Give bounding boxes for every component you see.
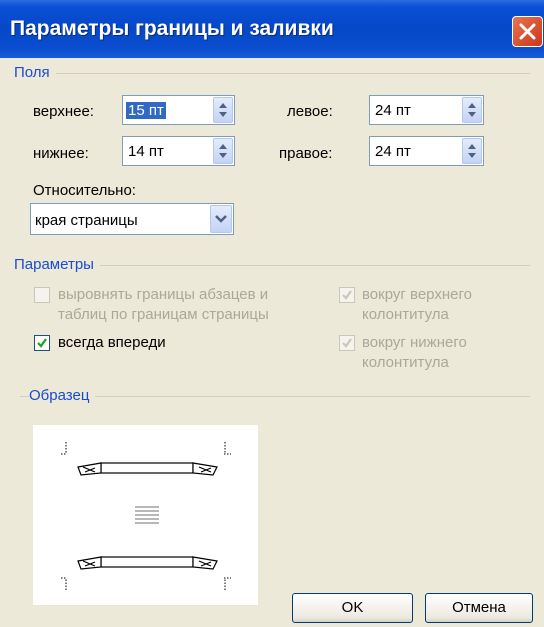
relative-to-select[interactable]: края страницы [30,203,234,235]
fields-group-label: Поля [14,64,56,81]
around-header-label-line1: вокруг верхнего [362,286,472,303]
window-title: Параметры границы и заливки [10,17,334,40]
checkmark-icon [342,338,352,348]
spin-arrows-icon [219,103,227,117]
left-margin-spin-buttons[interactable] [462,97,482,123]
spin-arrows-icon [219,144,227,158]
sample-group-line [20,396,530,397]
bottom-margin-value[interactable]: 14 пт [126,143,166,160]
checkmark-icon [37,338,47,348]
top-margin-label: верхнее: [33,103,94,120]
cancel-button[interactable]: Отмена [425,593,533,623]
right-margin-label: правое: [279,145,333,162]
page-preview-graphic [61,442,231,590]
around-footer-label-line1: вокруг нижнего [362,334,467,351]
top-margin-spin-buttons[interactable] [213,97,233,123]
right-margin-spinner[interactable]: 24 пт [369,136,484,166]
bottom-margin-spin-buttons[interactable] [213,138,233,164]
relative-to-label: Относительно: [33,182,136,199]
left-margin-label: левое: [287,103,333,120]
sample-preview [33,425,258,605]
around-footer-checkbox[interactable] [339,335,355,351]
bottom-margin-spinner[interactable]: 14 пт [122,136,235,166]
align-borders-label-line1: выровнять границы абзацев и [58,286,269,303]
top-margin-value[interactable]: 15 пт [126,102,166,119]
ok-button[interactable]: OK [292,593,413,623]
align-borders-checkbox[interactable] [34,287,50,303]
chevron-down-icon [215,215,227,223]
left-margin-spinner[interactable]: 24 пт [369,95,484,125]
align-borders-label-line2: таблиц по границам страницы [58,306,269,323]
left-margin-value[interactable]: 24 пт [373,102,413,119]
around-header-label-line2: колонтитула [362,306,449,323]
dropdown-button[interactable] [210,205,232,233]
title-bar: Параметры границы и заливки [0,0,544,58]
spin-arrows-icon [468,144,476,158]
bottom-margin-label: нижнее: [33,145,89,162]
right-margin-spin-buttons[interactable] [462,138,482,164]
checkmark-icon [342,290,352,300]
close-button[interactable] [512,16,543,47]
right-margin-value[interactable]: 24 пт [373,143,413,160]
top-margin-spinner[interactable]: 15 пт [122,95,235,125]
relative-to-value: края страницы [35,212,138,229]
options-group-label: Параметры [14,256,100,273]
around-footer-label-line2: колонтитула [362,354,449,371]
around-header-checkbox[interactable] [339,287,355,303]
spin-arrows-icon [468,103,476,117]
always-front-checkbox[interactable] [34,335,50,351]
close-icon [519,23,536,40]
fields-group-line [20,73,530,74]
sample-group-label: Образец [29,387,96,404]
always-front-label: всегда впереди [58,334,166,351]
